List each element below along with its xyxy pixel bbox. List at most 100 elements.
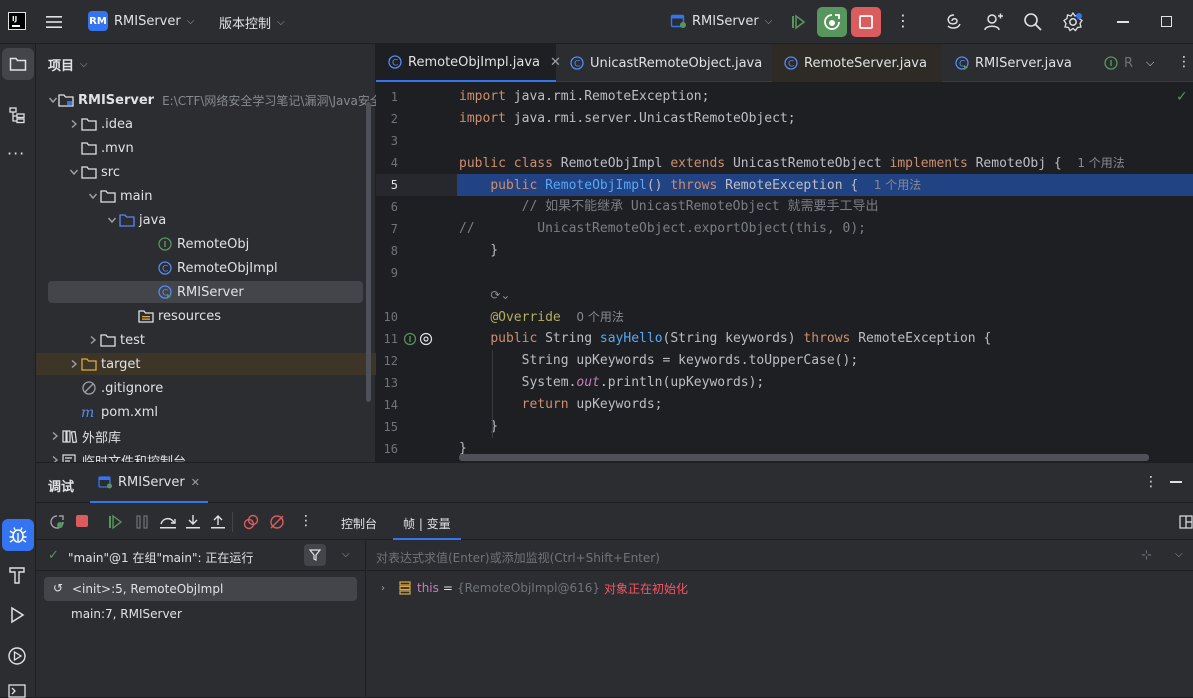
run-tool-icon[interactable] xyxy=(8,606,26,624)
add-user-icon[interactable] xyxy=(983,12,1003,32)
layout-settings-icon[interactable] xyxy=(1179,515,1193,529)
project-scrollbar[interactable] xyxy=(366,102,371,402)
terminal-tool-icon[interactable] xyxy=(8,684,26,698)
code-line[interactable]: 6 // 如果不能继承 UnicastRemoteObject 就需要手工导出 xyxy=(376,196,1193,218)
code-line[interactable]: ⟳⌄ xyxy=(376,284,1193,306)
filter-icon[interactable] xyxy=(304,544,326,566)
add-watch-icon[interactable]: ⊹ xyxy=(1141,548,1152,563)
code-line[interactable]: 14 return upKeywords; xyxy=(376,394,1193,416)
step-into-icon[interactable] xyxy=(185,514,201,530)
line-number[interactable]: 2 xyxy=(376,108,398,130)
line-number[interactable]: 14 xyxy=(376,394,398,416)
main-menu-icon[interactable] xyxy=(45,14,63,30)
structure-tool-icon[interactable] xyxy=(8,106,26,124)
resume-icon[interactable] xyxy=(107,514,123,530)
code-line-current[interactable]: 5 public RemoteObjImpl() throws RemoteEx… xyxy=(376,174,1193,196)
thread-selector-row[interactable]: ✓ "main"@1 在组"main": 正在运行 ⌵ xyxy=(36,541,366,571)
code-line[interactable]: 2 import java.rmi.server.UnicastRemoteObj… xyxy=(376,108,1193,130)
code-line[interactable]: 3 xyxy=(376,130,1193,152)
code-area[interactable]: 1 import java.rmi.RemoteException; 2 import… xyxy=(376,84,1193,462)
chevron-down-icon[interactable] xyxy=(67,165,81,179)
line-number[interactable]: 15 xyxy=(376,416,398,438)
more-debug-actions-icon[interactable]: ⋮ xyxy=(299,513,313,529)
frame-item[interactable]: main:7, RMIServer xyxy=(44,602,357,626)
line-number[interactable]: 11 xyxy=(376,328,398,350)
more-tabs-icon[interactable]: ⋮ xyxy=(1177,54,1191,70)
line-number[interactable]: 4 xyxy=(376,152,398,174)
vcs-menu[interactable]: 版本控制 ⌵ xyxy=(219,13,285,32)
rerun-button[interactable] xyxy=(783,7,813,37)
stop-icon[interactable] xyxy=(76,515,88,527)
line-number[interactable]: 6 xyxy=(376,196,398,218)
tab-console[interactable]: 控制台 xyxy=(341,515,377,532)
debug-tool-button[interactable] xyxy=(2,519,34,551)
chevron-down-icon[interactable]: ⌵ xyxy=(1175,549,1183,560)
mute-breakpoints-icon[interactable] xyxy=(269,514,285,530)
tab-remoteobjimpl[interactable]: C RemoteObjImpl.java ✕ xyxy=(376,44,561,82)
tree-item[interactable]: .mvn xyxy=(36,137,366,159)
more-options-icon[interactable]: ⋮ xyxy=(1144,474,1158,490)
editor-horizontal-scrollbar[interactable] xyxy=(459,454,1149,461)
view-breakpoints-icon[interactable] xyxy=(243,514,259,530)
evaluate-expression-field[interactable]: 对表达式求值(Enter)或添加监视(Ctrl+Shift+Enter) ⊹ ⌵ xyxy=(367,541,1193,571)
code-line[interactable]: 8 } xyxy=(376,240,1193,262)
maximize-window-icon[interactable] xyxy=(1161,16,1172,27)
no-problems-check-icon[interactable]: ✓ xyxy=(1176,89,1188,105)
tree-item[interactable]: .idea xyxy=(36,113,366,135)
project-panel-header[interactable]: 项目 ⌵ xyxy=(48,55,88,74)
search-icon[interactable] xyxy=(1023,12,1043,32)
code-line[interactable]: 12 String upKeywords = keywords.toUpperC… xyxy=(376,350,1193,372)
frame-item-selected[interactable]: ↺ <init>:5, RemoteObjImpl xyxy=(44,577,357,601)
variable-row-this[interactable]: › this = {RemoteObjImpl@616} 对象正在初始化 xyxy=(367,577,1193,599)
tree-item[interactable]: target xyxy=(36,353,376,375)
line-number[interactable]: 8 xyxy=(376,240,398,262)
tab-remoteserver[interactable]: C RemoteServer.java xyxy=(772,44,942,82)
settings-gear-icon[interactable] xyxy=(1062,11,1084,33)
chevron-right-icon[interactable]: › xyxy=(381,583,397,594)
code-line[interactable]: 13 System.out.println(upKeywords); xyxy=(376,372,1193,394)
minimize-window-icon[interactable] xyxy=(1117,21,1129,23)
code-line[interactable]: 4 public class RemoteObjImpl extends Unic… xyxy=(376,152,1193,174)
implements-gutter-icon[interactable] xyxy=(403,328,433,350)
line-number[interactable]: 3 xyxy=(376,130,398,152)
tree-item[interactable]: RMIServer E:\CTF\网络安全学习笔记\漏洞\Java安全 xyxy=(36,89,376,111)
chevron-right-icon[interactable] xyxy=(48,453,62,462)
hide-panel-icon[interactable] xyxy=(1170,481,1182,483)
more-tools-icon[interactable]: ··· xyxy=(7,144,25,163)
tab-frames-variables[interactable]: 帧 | 变量 xyxy=(393,504,461,540)
step-over-icon[interactable] xyxy=(159,514,177,530)
code-line[interactable]: 9 xyxy=(376,262,1193,284)
tab-truncated[interactable]: R xyxy=(1092,44,1142,82)
line-number[interactable]: 13 xyxy=(376,372,398,394)
chevron-right-icon[interactable] xyxy=(48,429,62,443)
code-line[interactable]: 11 public String sayHello(String keyword… xyxy=(376,328,1193,350)
debug-rerun-button[interactable] xyxy=(817,7,847,37)
rerun-icon[interactable] xyxy=(49,514,65,530)
tree-item[interactable]: C RMIServer xyxy=(48,281,363,303)
more-actions-icon[interactable]: ⋮ xyxy=(895,13,911,29)
tree-item[interactable]: 外部库 xyxy=(36,425,366,447)
chevron-down-icon[interactable] xyxy=(48,93,58,107)
tree-item[interactable]: src xyxy=(36,161,366,183)
tree-item[interactable]: .gitignore xyxy=(36,377,366,399)
chevron-right-icon[interactable] xyxy=(86,333,100,347)
chevron-right-icon[interactable] xyxy=(67,117,81,131)
tab-list-chevron-icon[interactable]: ⌵ xyxy=(1146,56,1154,70)
chevron-down-icon[interactable] xyxy=(86,189,100,203)
line-number[interactable]: 10 xyxy=(376,306,398,328)
chevron-right-icon[interactable] xyxy=(67,357,81,371)
run-config-selector[interactable]: RMIServer ⌵ xyxy=(670,13,772,29)
project-switcher[interactable]: RM RMIServer ⌵ xyxy=(88,11,194,31)
tab-unicastremoteobject[interactable]: C UnicastRemoteObject.java xyxy=(558,44,762,82)
line-number[interactable]: 9 xyxy=(376,262,398,284)
intellij-logo-icon[interactable]: IJ xyxy=(8,12,26,30)
code-line[interactable]: 1 import java.rmi.RemoteException; xyxy=(376,86,1193,108)
debug-session-tab[interactable]: RMIServer ✕ xyxy=(90,463,208,503)
tree-item[interactable]: RemoteObj xyxy=(36,233,366,255)
tree-item[interactable]: 临时文件和控制台 xyxy=(36,449,366,462)
line-number[interactable]: 1 xyxy=(376,86,398,108)
stop-button[interactable] xyxy=(851,7,881,37)
close-icon[interactable]: ✕ xyxy=(191,476,200,489)
code-line[interactable]: 15 } xyxy=(376,416,1193,438)
chevron-down-icon[interactable] xyxy=(105,213,119,227)
